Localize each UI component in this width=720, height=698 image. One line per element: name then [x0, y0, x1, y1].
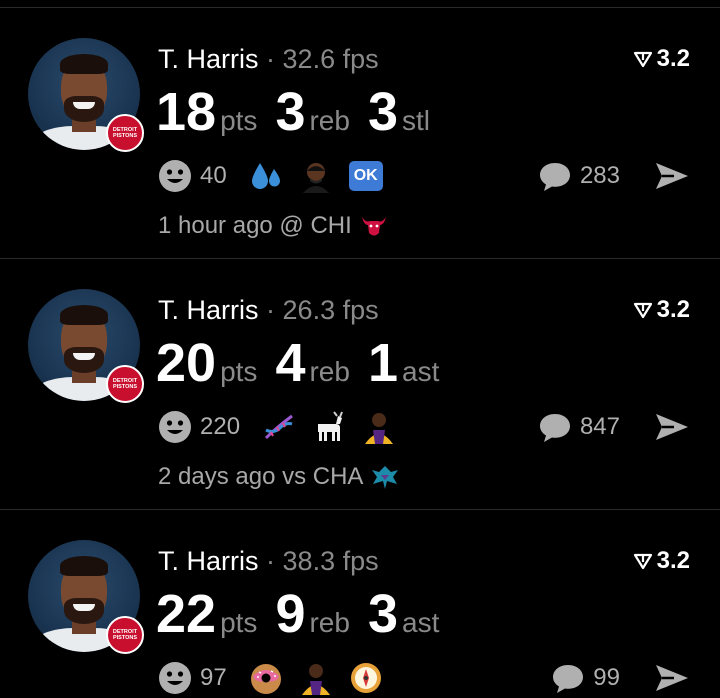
player-name[interactable]: T. Harris: [158, 44, 259, 74]
stat-line: 18 pts 3 reb 3 stl: [156, 82, 448, 142]
stat-line: 20 pts 4 reb 1 ast: [156, 333, 457, 393]
team-badge: DETROIT PISTONS: [106, 365, 144, 403]
game-meta[interactable]: 1 hour ago @ CHI: [158, 212, 388, 240]
stat-label: stl: [402, 105, 430, 136]
comments[interactable]: 847: [538, 407, 620, 447]
share-icon[interactable]: [654, 662, 690, 694]
comment-icon: [553, 665, 584, 693]
team-badge: DETROIT PISTONS: [106, 616, 144, 654]
player-header: T. Harris · 38.3 fps: [158, 544, 379, 578]
game-feed: DETROIT PISTONS T. Harris · 32.6 fps 3.2 …: [0, 0, 720, 697]
compass-icon[interactable]: [349, 661, 383, 695]
stat-label: reb: [309, 607, 350, 638]
player-emoji-icon[interactable]: [299, 159, 333, 193]
rating-value: 3.2: [656, 45, 690, 72]
stat-value: 18: [156, 82, 217, 142]
reaction-count[interactable]: 97: [200, 664, 227, 692]
rating-value: 3.2: [656, 547, 690, 574]
sweat-droplets-icon[interactable]: [249, 159, 283, 193]
stat-value: 3: [367, 584, 398, 644]
goat-icon[interactable]: [312, 410, 346, 444]
ok-icon[interactable]: OK: [348, 161, 383, 191]
stat-line: 22 pts 9 reb 3 ast: [156, 584, 457, 644]
lakers-player-icon[interactable]: [362, 410, 396, 444]
stat-label: reb: [309, 356, 350, 387]
game-card[interactable]: DETROIT PISTONS T. Harris · 32.6 fps 3.2 …: [0, 8, 720, 259]
rating-icon: [633, 553, 652, 570]
game-time-opponent: 1 hour ago @ CHI: [158, 212, 352, 239]
rating-value: 3.2: [656, 296, 690, 323]
player-name[interactable]: T. Harris: [158, 546, 259, 576]
stat-label: pts: [220, 105, 258, 136]
smiley-icon[interactable]: [158, 661, 192, 695]
comment-count: 99: [593, 664, 620, 691]
reaction-count[interactable]: 40: [200, 162, 227, 190]
game-card[interactable]: DETROIT PISTONS T. Harris · 26.3 fps 3.2 …: [0, 259, 720, 510]
comment-icon: [539, 414, 570, 442]
doughnut-icon[interactable]: [249, 661, 283, 695]
game-meta[interactable]: 2 days ago vs CHA: [158, 463, 399, 491]
bulls-logo-icon: [361, 217, 386, 236]
separator: ·: [266, 546, 276, 576]
fps-score: 32.6 fps: [282, 44, 379, 74]
reaction-count[interactable]: 220: [200, 413, 240, 441]
rating-icon: [633, 302, 652, 319]
separator: ·: [266, 44, 276, 74]
game-time-opponent: 2 days ago vs CHA: [158, 463, 364, 490]
reactions-bar: 97: [158, 658, 399, 698]
separator: ·: [266, 295, 276, 325]
team-badge: DETROIT PISTONS: [106, 114, 144, 152]
stat-label: pts: [220, 356, 258, 387]
stat-value: 22: [156, 584, 217, 644]
reactions-bar: 40 OK: [158, 156, 383, 196]
share-icon[interactable]: [654, 411, 690, 443]
smiley-icon[interactable]: [158, 159, 192, 193]
fps-score: 38.3 fps: [282, 546, 379, 576]
stat-value: 1: [367, 333, 398, 393]
rating[interactable]: 3.2: [633, 546, 690, 576]
hornets-logo-icon: [372, 466, 399, 489]
stat-label: ast: [402, 356, 440, 387]
stat-label: pts: [220, 607, 258, 638]
reactions-bar: 220: [158, 407, 412, 447]
rating[interactable]: 3.2: [633, 44, 690, 74]
stat-value: 4: [275, 333, 306, 393]
game-card[interactable]: DETROIT PISTONS T. Harris · 38.3 fps 3.2 …: [0, 510, 720, 697]
comment-count: 847: [579, 413, 620, 440]
rating-icon: [633, 51, 652, 68]
comment-count: 283: [579, 162, 620, 189]
player-header: T. Harris · 26.3 fps: [158, 293, 379, 327]
player-name[interactable]: T. Harris: [158, 295, 259, 325]
stat-label: ast: [402, 607, 440, 638]
share-icon[interactable]: [654, 160, 690, 192]
comments[interactable]: 283: [538, 156, 620, 196]
stat-label: reb: [309, 105, 350, 136]
lakers-player-icon[interactable]: [299, 661, 333, 695]
fps-score: 26.3 fps: [282, 295, 379, 325]
stat-value: 9: [275, 584, 306, 644]
comment-icon: [539, 163, 570, 191]
stat-value: 20: [156, 333, 217, 393]
dna-icon[interactable]: [262, 410, 296, 444]
stat-value: 3: [275, 82, 306, 142]
player-header: T. Harris · 32.6 fps: [158, 42, 379, 76]
rating[interactable]: 3.2: [633, 295, 690, 325]
stat-value: 3: [367, 82, 398, 142]
smiley-icon[interactable]: [158, 410, 192, 444]
comments[interactable]: 99: [551, 658, 620, 698]
